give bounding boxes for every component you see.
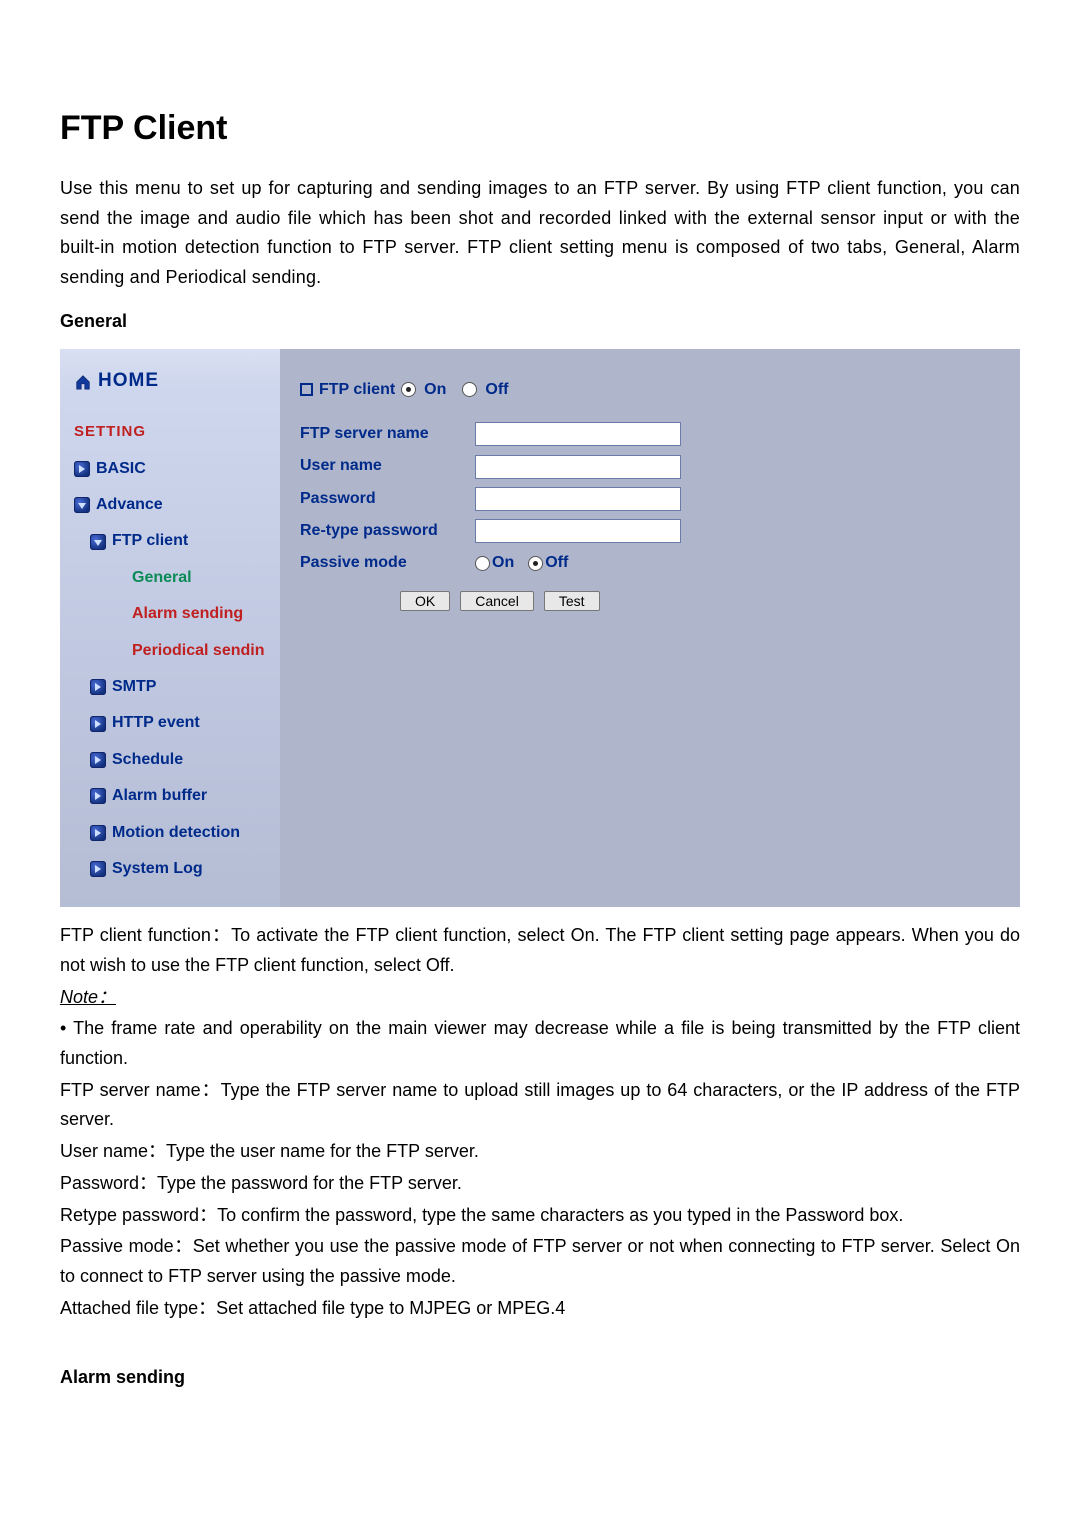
- folder-closed-icon: [90, 788, 106, 804]
- folder-open-icon: [90, 534, 106, 550]
- bullet-square-icon: [300, 383, 313, 396]
- label-retype-password: Re-type password: [300, 518, 475, 544]
- sidebar-item-label: Motion detection: [112, 820, 240, 846]
- ftp-client-off-radio[interactable]: [462, 382, 477, 397]
- sidebar-item-label: BASIC: [96, 456, 146, 482]
- folder-closed-icon: [74, 461, 90, 477]
- desc-attached-file-type: Attached file type：Set attached file typ…: [60, 1294, 1020, 1324]
- sidebar-item-label: FTP client: [112, 528, 188, 554]
- label-password: Password: [300, 486, 475, 512]
- passive-off-radio[interactable]: [528, 556, 543, 571]
- content-pane: FTP client On Off FTP server name User n…: [280, 349, 1020, 908]
- note-header: Note：: [60, 987, 116, 1007]
- section-label-alarm-sending: Alarm sending: [60, 1363, 1020, 1393]
- sidebar-item-schedule[interactable]: Schedule: [60, 742, 280, 778]
- folder-closed-icon: [90, 716, 106, 732]
- ftp-client-header-label: FTP client: [319, 377, 395, 403]
- sidebar-item-label: Alarm sending: [132, 601, 243, 627]
- sidebar-item-http-event[interactable]: HTTP event: [60, 705, 280, 741]
- page-title: FTP Client: [60, 100, 1020, 156]
- label-ftp-server-name: FTP server name: [300, 421, 475, 447]
- sidebar-home[interactable]: HOME: [60, 357, 280, 412]
- note-body: • The frame rate and operability on the …: [60, 1014, 1020, 1073]
- input-password[interactable]: [475, 487, 681, 511]
- passive-on-radio[interactable]: [475, 556, 490, 571]
- sidebar-item-label: Advance: [96, 492, 163, 518]
- sidebar-item-label: Schedule: [112, 747, 183, 773]
- sidebar-item-general[interactable]: General: [60, 560, 280, 596]
- input-retype-password[interactable]: [475, 519, 681, 543]
- sidebar-item-advance[interactable]: Advance: [60, 487, 280, 523]
- sidebar-home-label: HOME: [98, 365, 159, 396]
- folder-closed-icon: [90, 861, 106, 877]
- input-ftp-server-name[interactable]: [475, 422, 681, 446]
- sidebar-item-label: General: [132, 565, 192, 591]
- folder-closed-icon: [90, 825, 106, 841]
- settings-panel: HOME SETTING BASIC Advance FTP client Ge…: [60, 349, 1020, 908]
- radio-label-passive-off: Off: [545, 550, 568, 576]
- folder-open-icon: [74, 497, 90, 513]
- ftp-client-on-radio[interactable]: [401, 382, 416, 397]
- sidebar-item-alarm-sending[interactable]: Alarm sending: [60, 596, 280, 632]
- folder-closed-icon: [90, 679, 106, 695]
- cancel-button[interactable]: Cancel: [460, 591, 534, 611]
- sidebar-item-label: SMTP: [112, 674, 156, 700]
- ftp-client-toggle-row: FTP client On Off: [300, 377, 1010, 403]
- radio-label-off: Off: [485, 377, 508, 403]
- sidebar-item-ftp-client[interactable]: FTP client: [60, 523, 280, 559]
- sidebar-item-label: HTTP event: [112, 710, 200, 736]
- section-label-general: General: [60, 307, 1020, 337]
- sidebar-item-periodical-sending[interactable]: Periodical sendin: [60, 633, 280, 669]
- desc-password: Password：Type the password for the FTP s…: [60, 1169, 1020, 1199]
- desc-retype-password: Retype password：To confirm the password,…: [60, 1201, 1020, 1231]
- passive-mode-row: Passive mode On Off: [300, 550, 1010, 576]
- desc-ftp-client-function: FTP client function：To activate the FTP …: [60, 921, 1020, 980]
- sidebar-item-smtp[interactable]: SMTP: [60, 669, 280, 705]
- sidebar-item-basic[interactable]: BASIC: [60, 451, 280, 487]
- sidebar-setting-label: SETTING: [60, 412, 280, 451]
- sidebar-item-label: Alarm buffer: [112, 783, 207, 809]
- sidebar-item-label: System Log: [112, 856, 203, 882]
- desc-passive-mode: Passive mode：Set whether you use the pas…: [60, 1232, 1020, 1291]
- ok-button[interactable]: OK: [400, 591, 450, 611]
- sidebar: HOME SETTING BASIC Advance FTP client Ge…: [60, 349, 280, 908]
- home-icon: [74, 373, 92, 387]
- label-passive-mode: Passive mode: [300, 550, 475, 576]
- input-user-name[interactable]: [475, 455, 681, 479]
- folder-closed-icon: [90, 752, 106, 768]
- sidebar-item-label: Periodical sendin: [132, 638, 264, 664]
- desc-user-name: User name：Type the user name for the FTP…: [60, 1137, 1020, 1167]
- test-button[interactable]: Test: [544, 591, 600, 611]
- radio-label-on: On: [424, 377, 446, 403]
- desc-ftp-server-name: FTP server name：Type the FTP server name…: [60, 1076, 1020, 1135]
- sidebar-item-motion-detection[interactable]: Motion detection: [60, 815, 280, 851]
- sidebar-item-alarm-buffer[interactable]: Alarm buffer: [60, 778, 280, 814]
- sidebar-item-system-log[interactable]: System Log: [60, 851, 280, 887]
- radio-label-passive-on: On: [492, 550, 514, 576]
- intro-paragraph: Use this menu to set up for capturing an…: [60, 174, 1020, 293]
- label-user-name: User name: [300, 453, 475, 479]
